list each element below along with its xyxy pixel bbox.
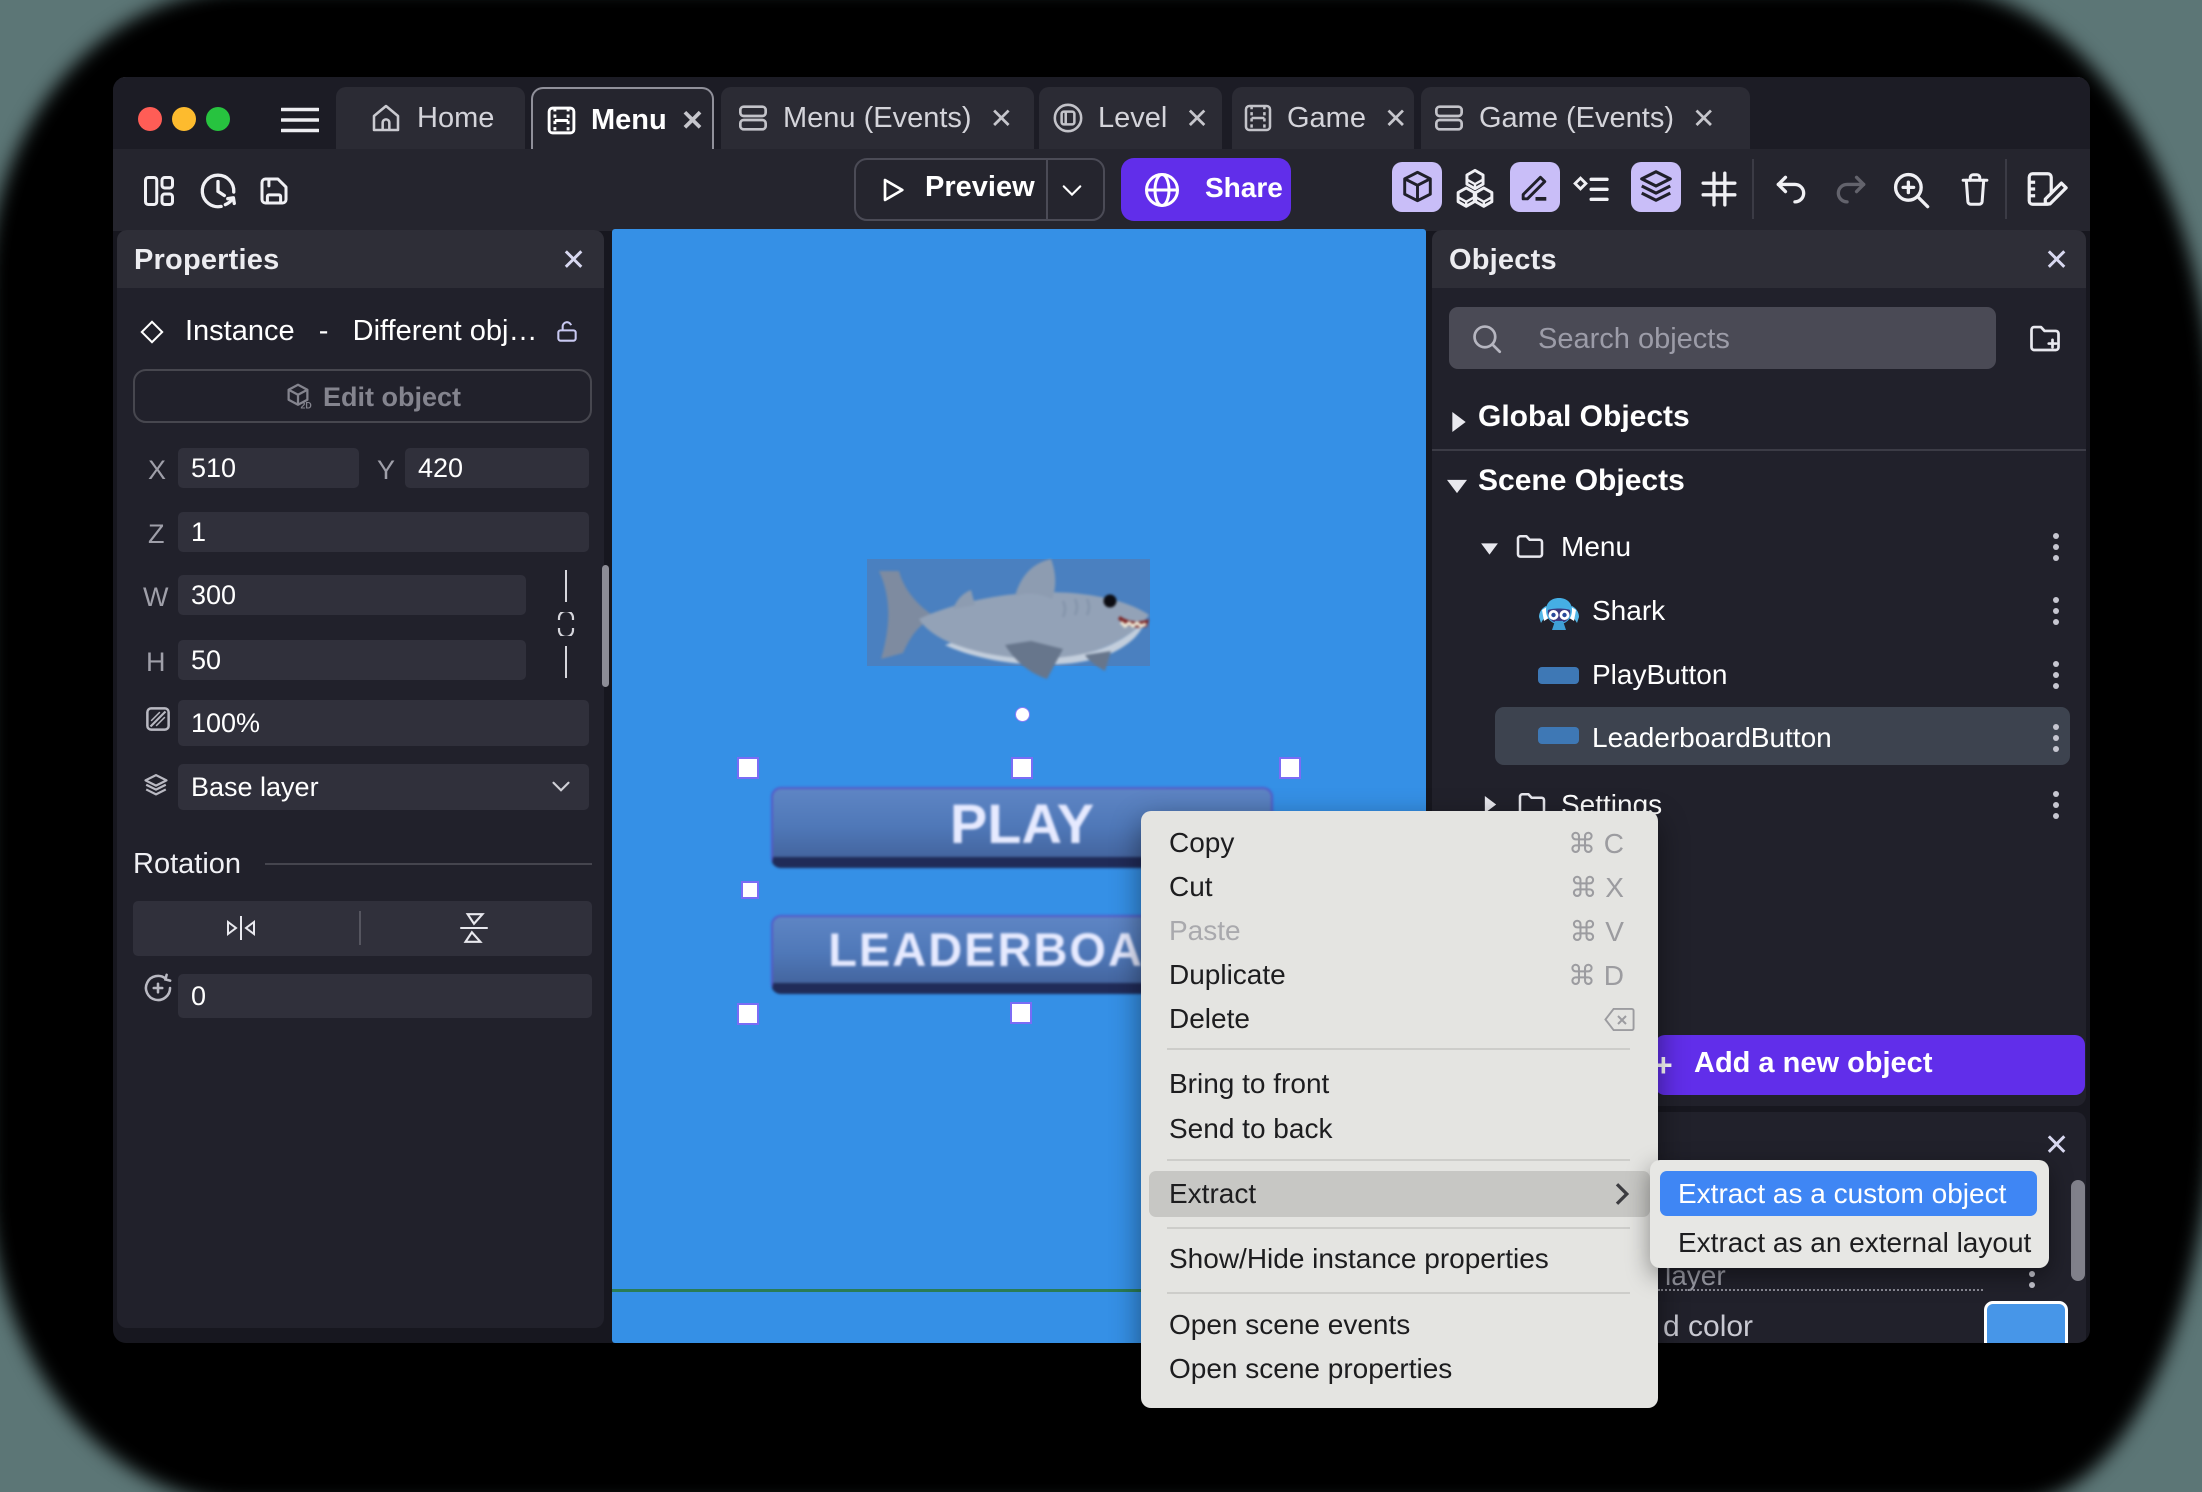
svg-text:2D: 2D [301,401,312,411]
